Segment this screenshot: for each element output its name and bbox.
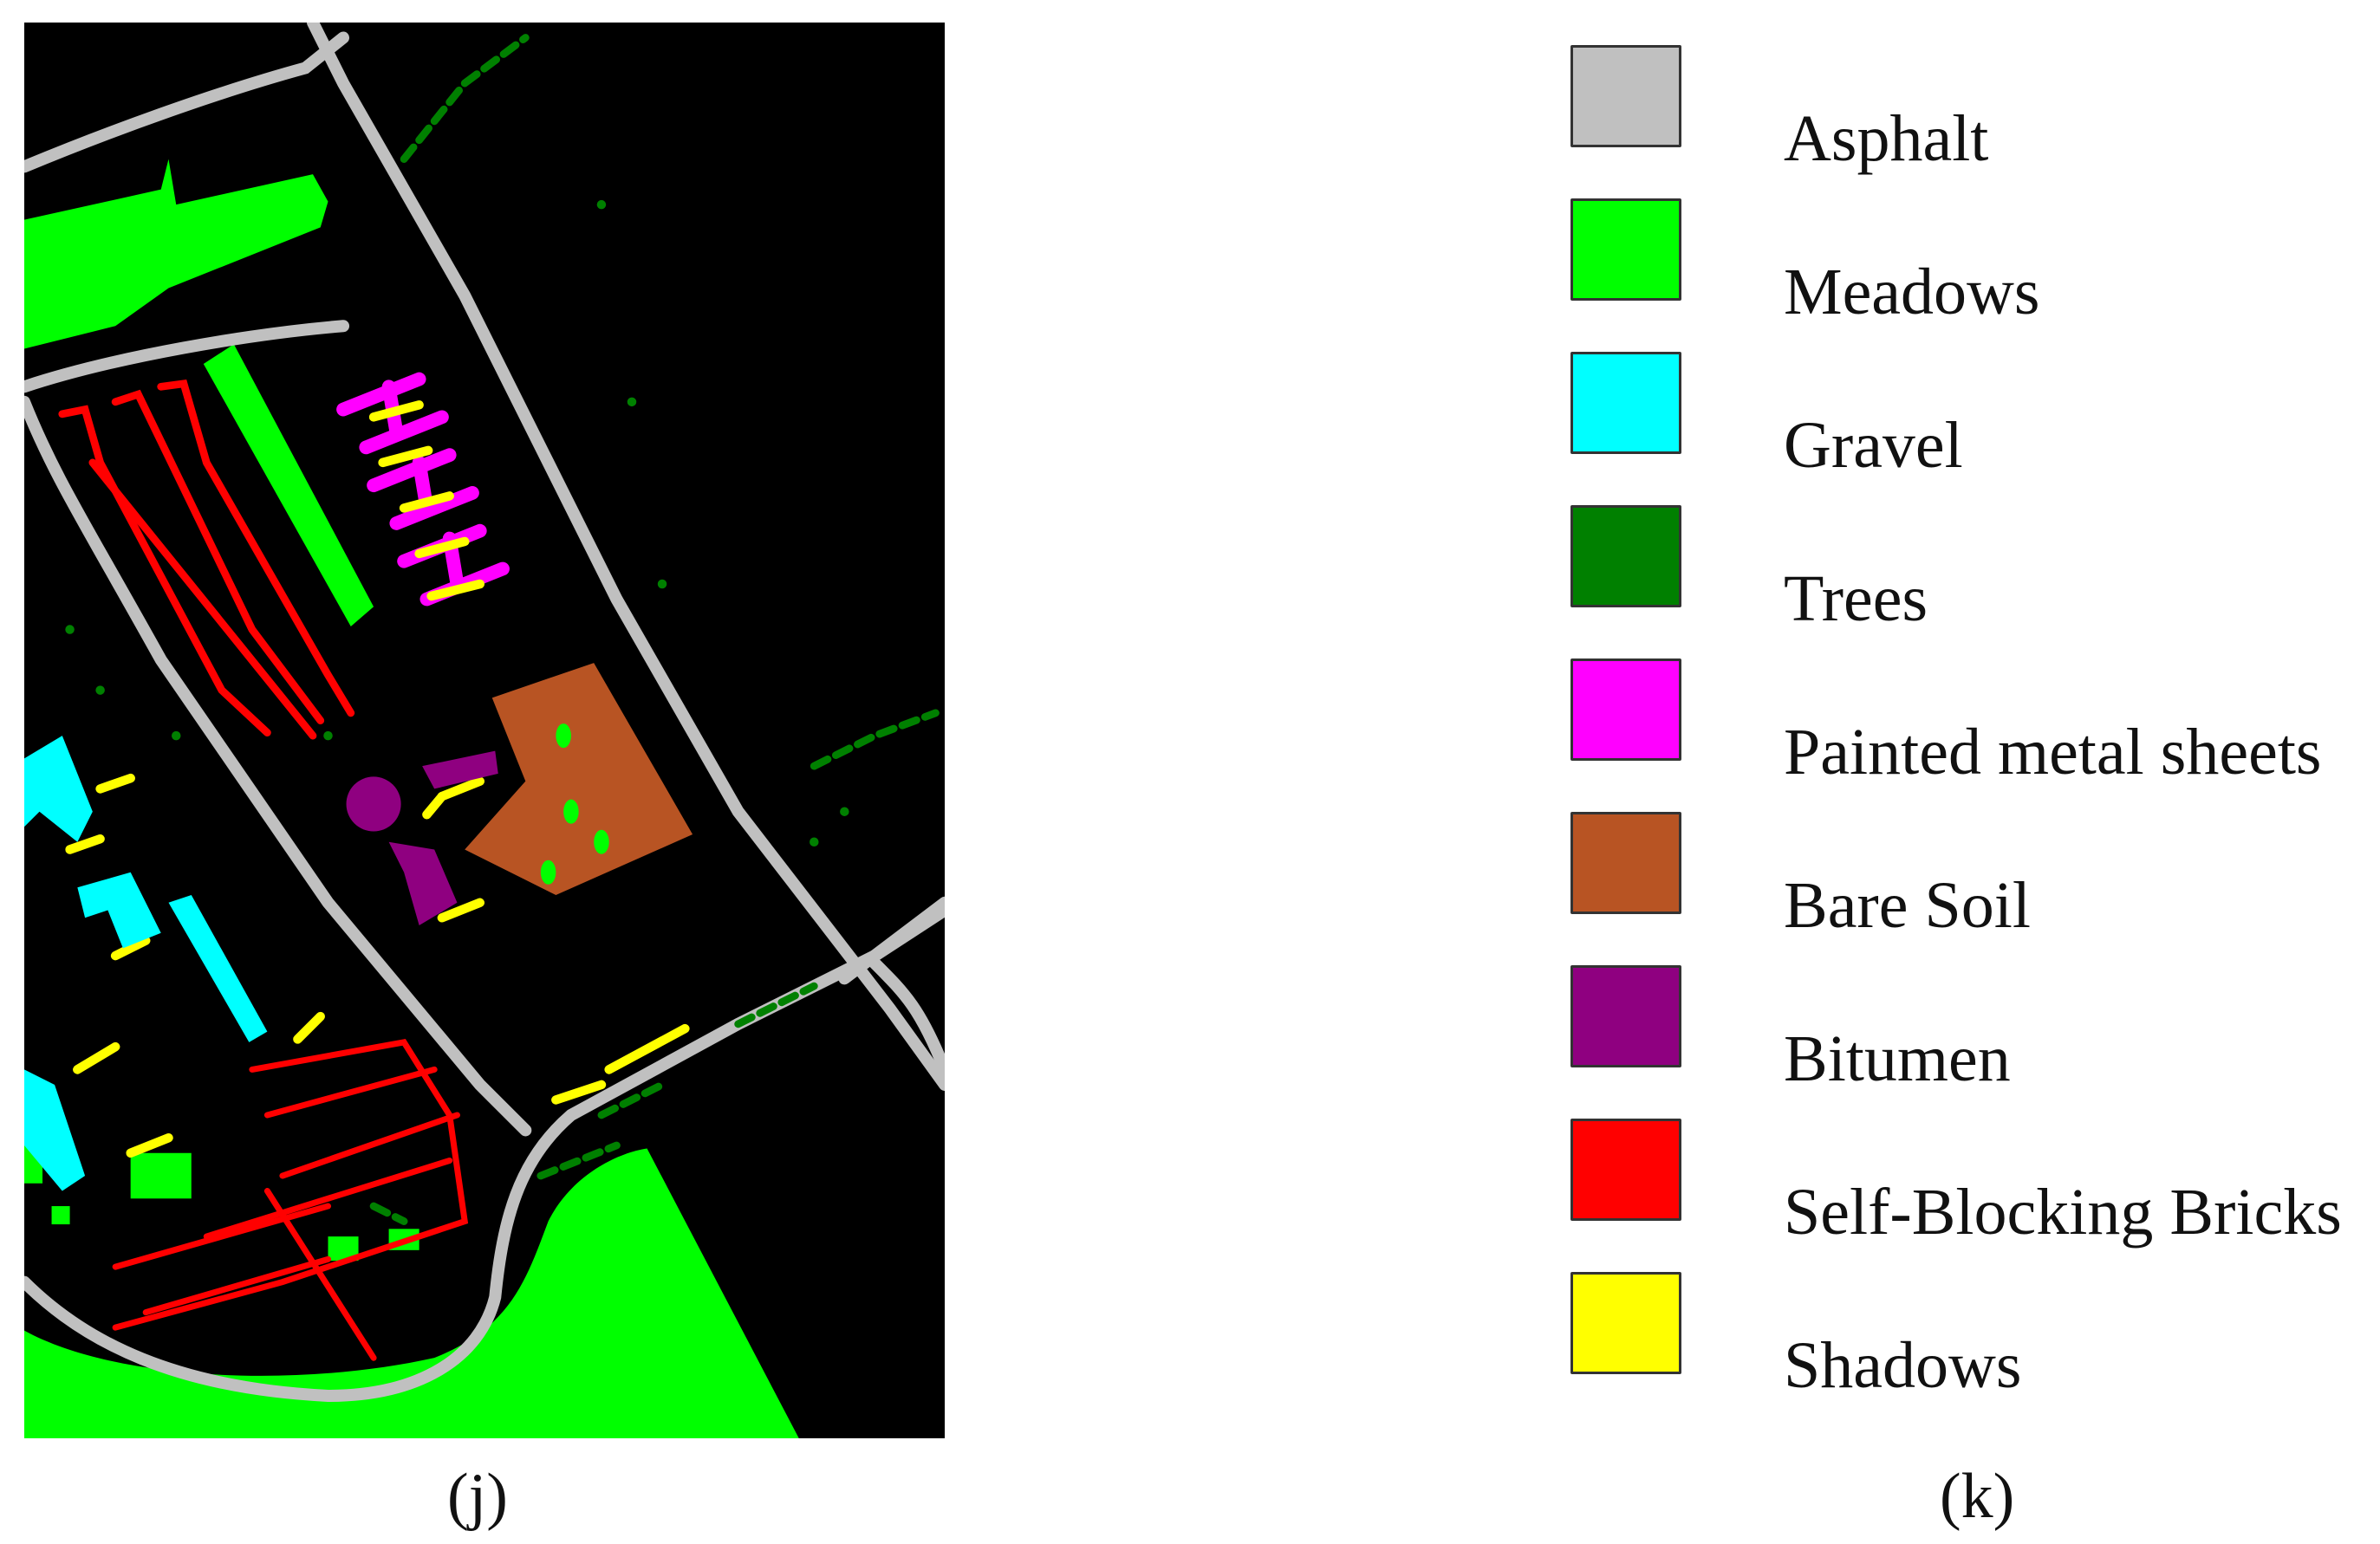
legend-item: Bare Soil [1570, 812, 2351, 938]
legend-swatch [1570, 1119, 1681, 1221]
legend-swatch [1570, 1272, 1681, 1374]
tree [627, 397, 637, 407]
legend-item: Shadows [1570, 1272, 2351, 1398]
bricks-strip [142, 1255, 331, 1316]
shadow-patch [293, 1011, 325, 1044]
legend-swatch [1570, 198, 1681, 301]
legend-label: Shadows [1784, 1329, 2022, 1402]
classification-map [24, 23, 945, 1438]
tree [95, 685, 105, 695]
shadow-patch [422, 791, 447, 820]
legend-swatch [1570, 505, 1681, 607]
asphalt-road [838, 896, 945, 985]
legend-item: Meadows [1570, 198, 2351, 325]
shadow-patch [73, 1041, 120, 1074]
tree [65, 625, 75, 634]
shadow-patch [126, 1132, 173, 1158]
shadow-patch [426, 579, 484, 601]
bricks-strip [111, 389, 325, 724]
meadow-speck [563, 799, 579, 824]
legend-swatch [1570, 45, 1681, 147]
legend-swatch [1570, 965, 1681, 1067]
classification-map-svg [24, 23, 945, 1438]
tree [810, 837, 819, 847]
bitumen-region [346, 776, 401, 832]
legend-swatch [1570, 812, 1681, 914]
legend-label: Self-Blocking Bricks [1784, 1176, 2342, 1249]
asphalt-road [24, 31, 350, 173]
trees-row [369, 1202, 408, 1225]
caption-j: (j) [447, 1461, 508, 1532]
legend-label: Gravel [1784, 409, 1963, 482]
asphalt-road [868, 957, 945, 1076]
legend-label: Meadows [1784, 256, 2040, 328]
meadow-speck [556, 723, 571, 749]
legend-label: Painted metal sheets [1784, 716, 2322, 788]
legend-swatch [1570, 352, 1681, 454]
legend-label: Trees [1784, 562, 1928, 635]
bare-soil-region [465, 663, 693, 896]
gravel-region [77, 872, 161, 949]
tree [840, 807, 849, 816]
legend-item: Gravel [1570, 352, 2351, 478]
legend-label: Asphalt [1784, 102, 1989, 175]
tree [171, 730, 181, 741]
tree [657, 579, 667, 589]
meadow-region [51, 1206, 70, 1225]
legend-item: Trees [1570, 505, 2351, 632]
meadow-region [130, 1152, 192, 1199]
tree [596, 199, 607, 210]
bricks-strip [58, 405, 271, 737]
legend-label: Bare Soil [1784, 869, 2031, 942]
meadow-speck [594, 829, 609, 854]
gravel-region [24, 736, 93, 842]
bricks-strip [263, 1066, 438, 1119]
legend-item: Bitumen [1570, 965, 2351, 1092]
meadow-region [24, 159, 328, 349]
map-features [24, 23, 945, 1438]
trees-row [810, 709, 940, 770]
legend-swatch [1570, 658, 1681, 761]
trees-row [400, 34, 530, 163]
legend-item: Self-Blocking Bricks [1570, 1119, 2351, 1245]
legend-item: Painted metal sheets [1570, 658, 2351, 785]
meadow-speck [540, 860, 556, 885]
legend-item: Asphalt [1570, 45, 2351, 172]
tree [323, 730, 333, 741]
caption-k: (k) [1940, 1461, 2015, 1532]
bitumen-region [422, 750, 498, 789]
gravel-region [168, 895, 268, 1042]
legend-label: Bitumen [1784, 1022, 2011, 1095]
shadow-patch [368, 400, 424, 422]
shadow-patch [95, 773, 135, 794]
bricks-strip [203, 1158, 453, 1240]
shadow-patch [65, 834, 105, 854]
trees-row [734, 982, 818, 1028]
